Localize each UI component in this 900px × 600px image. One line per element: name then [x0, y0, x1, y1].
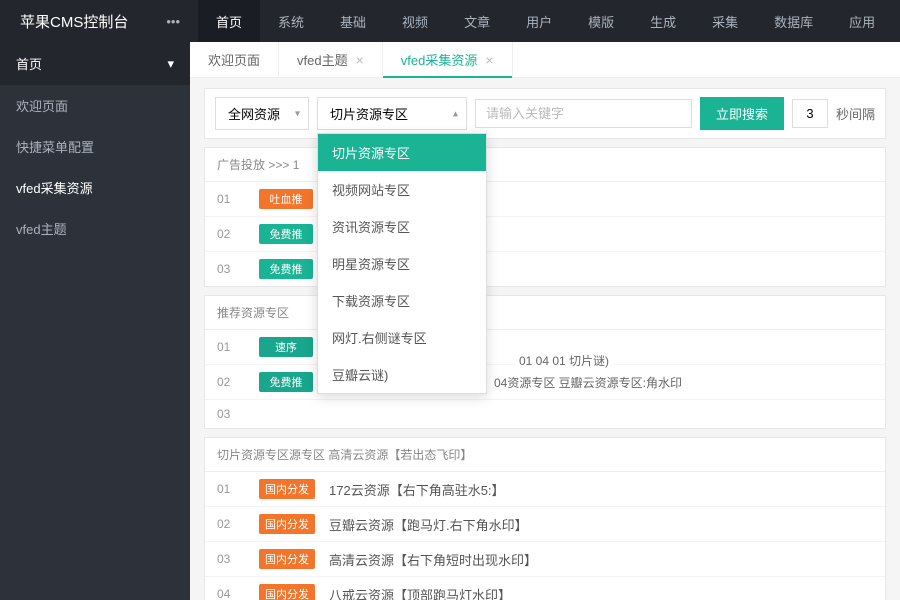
tab[interactable]: 欢迎页面 [190, 42, 279, 77]
row-num: 03 [217, 262, 245, 276]
sidebar-item[interactable]: vfed采集资源 [0, 167, 190, 208]
top-nav-item[interactable]: 视频 [384, 0, 446, 42]
table-row[interactable]: 01 国内分发 172云资源【右下角高驻水5:】 [205, 472, 885, 507]
top-nav-item[interactable]: 数据库 [756, 0, 831, 42]
category-select-value: 切片资源专区 [330, 107, 408, 122]
row-num: 02 [217, 227, 245, 241]
row-desc: 八戒云资源【顶部跑马灯水印】 [329, 585, 873, 600]
top-nav-item[interactable]: 文章 [446, 0, 508, 42]
interval-input[interactable]: 3 [792, 99, 828, 128]
sidebar: 首页 ▾ 欢迎页面快捷菜单配置vfed采集资源vfed主题 [0, 42, 190, 600]
sidebar-item[interactable]: 欢迎页面 [0, 85, 190, 126]
filter-bar: 全网资源 ▾ 切片资源专区 ▴ 立即搜索 3 秒间隔 切片资源专区视频网站专区资… [204, 88, 886, 139]
close-icon[interactable]: × [356, 52, 364, 68]
status-badge: 速序 [259, 337, 313, 357]
top-nav-item[interactable]: 生成 [632, 0, 694, 42]
sidebar-item[interactable]: vfed主题 [0, 208, 190, 249]
chevron-down-icon: ▾ [295, 108, 300, 119]
status-badge: 国内分发 [259, 549, 315, 569]
tab[interactable]: vfed主题 × [279, 42, 383, 77]
status-badge: 国内分发 [259, 584, 315, 600]
interval-label: 秒间隔 [836, 104, 875, 123]
top-nav-item[interactable]: 基础 [322, 0, 384, 42]
tab-label: vfed主题 [297, 50, 348, 69]
row-num: 03 [217, 407, 245, 421]
row-desc: 高清云资源【右下角短时出现水印】 [329, 550, 873, 569]
search-button[interactable]: 立即搜索 [700, 97, 784, 130]
dropdown-item[interactable]: 切片资源专区 [318, 134, 486, 171]
dropdown-item[interactable]: 视频网站专区 [318, 171, 486, 208]
status-badge: 国内分发 [259, 514, 315, 534]
table-row[interactable]: 02免费推寺https】 [205, 217, 885, 252]
dropdown-item[interactable]: 明星资源专区 [318, 245, 486, 282]
category-dropdown: 切片资源专区视频网站专区资讯资源专区明星资源专区下载资源专区网灯.右侧谜专区豆瓣… [317, 133, 487, 394]
status-badge: 免费推 [259, 259, 313, 279]
top-nav-item[interactable]: 系统 [260, 0, 322, 42]
table-row[interactable]: 03 [205, 400, 885, 428]
status-badge: 免费推 [259, 224, 313, 244]
search-input[interactable] [475, 99, 692, 128]
row-num: 01 [217, 192, 245, 206]
slice-section-head: 切片资源专区源专区 高清云资源【若出态飞印】 [205, 438, 885, 472]
chevron-up-icon: ▴ [453, 108, 458, 119]
rec-section-head: 推荐资源专区 [205, 296, 885, 330]
dropdown-item[interactable]: 网灯.右侧谜专区 [318, 319, 486, 356]
sidebar-header-label: 首页 [16, 54, 42, 73]
category-select[interactable]: 切片资源专区 ▴ [317, 97, 467, 130]
top-nav-item[interactable]: 采集 [694, 0, 756, 42]
floating-text: 04资源专区 豆瓣云资源专区:角水印 [490, 372, 686, 393]
dropdown-item[interactable]: 资讯资源专区 [318, 208, 486, 245]
row-desc: 豆瓣云资源【跑马灯.右下角水印】 [329, 515, 873, 534]
top-nav-item[interactable]: 用户 [508, 0, 570, 42]
dropdown-item[interactable]: 下载资源专区 [318, 282, 486, 319]
row-num: 04 [217, 587, 245, 600]
content-area: 全网资源 ▾ 切片资源专区 ▴ 立即搜索 3 秒间隔 切片资源专区视频网站专区资… [190, 78, 900, 600]
scope-select-value: 全网资源 [228, 107, 280, 122]
topbar: 苹果CMS控制台 ••• 首页系统基础视频文章用户模版生成采集数据库应用 [0, 0, 900, 42]
status-badge: 免费推 [259, 372, 313, 392]
top-nav: 首页系统基础视频文章用户模版生成采集数据库应用 [198, 0, 893, 42]
row-num: 02 [217, 517, 245, 531]
tab-label: 欢迎页面 [208, 50, 260, 69]
floating-text: 01 04 01 切片谜) [515, 350, 613, 371]
sidebar-header[interactable]: 首页 ▾ [0, 42, 190, 85]
table-row[interactable]: 04 国内分发八戒云资源【顶部跑马灯水印】 [205, 577, 885, 600]
tab[interactable]: vfed采集资源 × [383, 42, 513, 77]
table-row[interactable]: 01吐血推://vfed.cc】 [205, 182, 885, 217]
status-badge: 吐血推 [259, 189, 313, 209]
dropdown-item[interactable]: 豆瓣云谜) [318, 356, 486, 393]
row-num: 03 [217, 552, 245, 566]
top-nav-item[interactable]: 首页 [198, 0, 260, 42]
scope-select[interactable]: 全网资源 ▾ [215, 97, 309, 130]
table-row[interactable]: 03免费推寺https】 [205, 252, 885, 286]
close-icon[interactable]: × [485, 52, 493, 68]
top-ellipsis-icon[interactable]: ••• [148, 14, 198, 29]
row-num: 01 [217, 482, 245, 496]
slice-section: 切片资源专区源专区 高清云资源【若出态飞印】 01 国内分发 172云资源【右下角高… [204, 437, 886, 600]
table-row[interactable]: 02 国内分发豆瓣云资源【跑马灯.右下角水印】 [205, 507, 885, 542]
ad-section-head: 广告投放 >>> 1 [205, 148, 885, 182]
chevron-down-icon: ▾ [167, 56, 174, 72]
brand-title: 苹果CMS控制台 [0, 11, 148, 32]
top-nav-item[interactable]: 模版 [570, 0, 632, 42]
tab-label: vfed采集资源 [401, 50, 478, 69]
row-desc: 172云资源【右下角高驻水5:】 [329, 480, 873, 499]
table-row[interactable]: 03 国内分发高清云资源【右下角短时出现水印】 [205, 542, 885, 577]
tabs: 欢迎页面 vfed主题 × vfed采集资源 × [190, 42, 900, 78]
sidebar-item[interactable]: 快捷菜单配置 [0, 126, 190, 167]
status-badge: 国内分发 [259, 479, 315, 499]
row-num: 02 [217, 375, 245, 389]
top-nav-item[interactable]: 应用 [831, 0, 893, 42]
row-num: 01 [217, 340, 245, 354]
ad-section: 广告投放 >>> 1 01吐血推://vfed.cc】02免费推寺https】0… [204, 147, 886, 287]
